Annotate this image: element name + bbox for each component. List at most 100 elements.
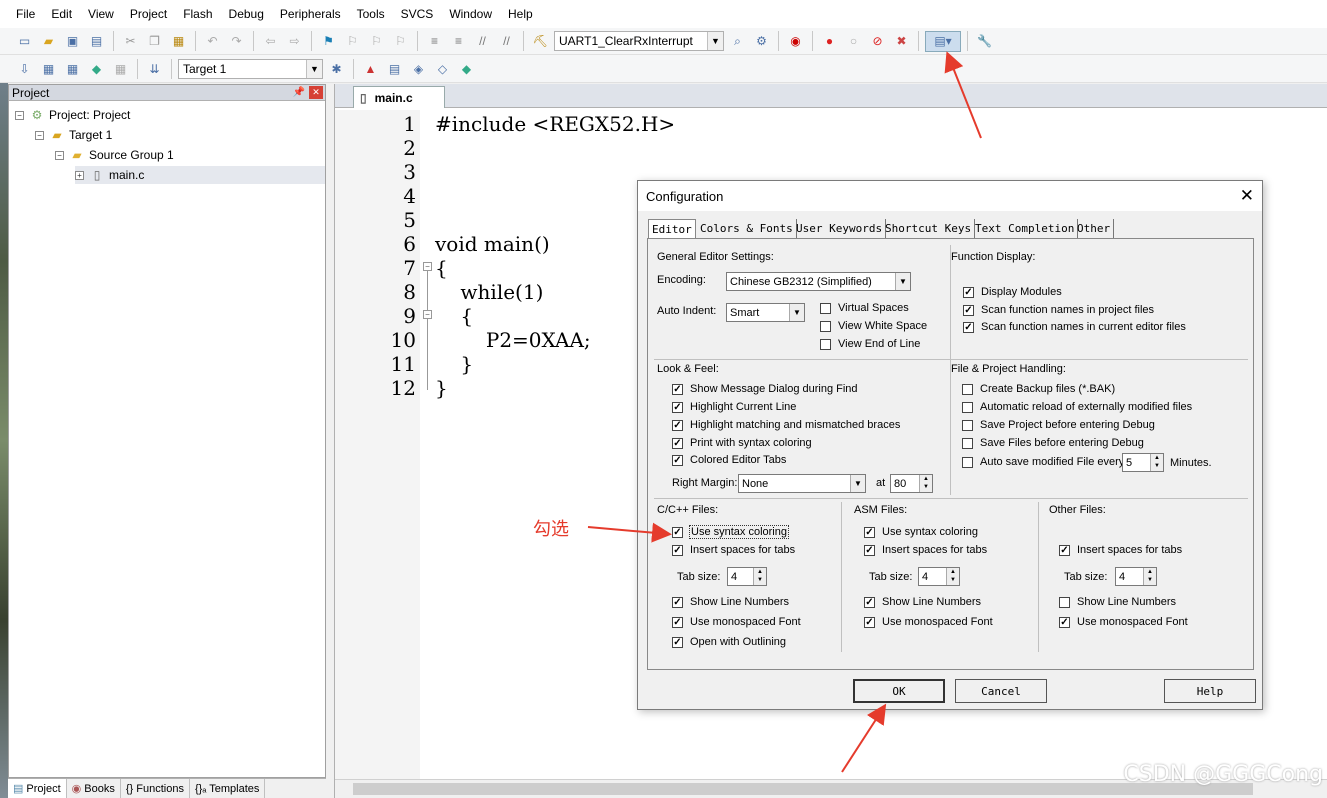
find-icon[interactable]: ⌕ — [727, 31, 748, 52]
save-files-checkbox[interactable]: Save Files before entering Debug — [962, 437, 1144, 449]
menu-edit[interactable]: Edit — [43, 7, 80, 21]
c-outlining-checkbox[interactable]: ✓ Open with Outlining — [672, 636, 786, 648]
menu-tools[interactable]: Tools — [349, 7, 393, 21]
tree-item-main-c[interactable]: + ▯ main.c — [75, 166, 325, 184]
uncomment-icon[interactable]: // — [496, 31, 517, 52]
checkbox-box[interactable]: ✓ — [672, 616, 683, 628]
file-extensions-icon[interactable]: ▤ — [384, 58, 405, 79]
stop-build-icon[interactable]: ▦ — [110, 58, 131, 79]
view-end-of-line-checkbox[interactable]: View End of Line — [820, 338, 920, 350]
code-line[interactable]: } — [435, 376, 448, 400]
ok-button[interactable]: OK — [853, 679, 945, 703]
code-line[interactable]: while(1) — [435, 280, 543, 304]
menu-help[interactable]: Help — [500, 7, 541, 21]
checkbox-box[interactable]: ✓ — [672, 544, 683, 556]
tab-functions[interactable]: {} Functions — [121, 778, 190, 798]
incremental-find-icon[interactable]: ⚙ — [751, 31, 772, 52]
checkbox-box[interactable] — [820, 320, 831, 332]
checkbox-box[interactable] — [962, 419, 973, 431]
bookmark-prev-icon[interactable]: ⚐ — [342, 31, 363, 52]
tab-books[interactable]: ◉ Books — [67, 778, 121, 798]
checkbox-box[interactable]: ✓ — [672, 419, 683, 431]
c-monospaced-checkbox[interactable]: ✓ Use monospaced Font — [672, 616, 801, 628]
redo-icon[interactable]: ↷ — [226, 31, 247, 52]
translate-icon[interactable]: ⇩ — [14, 58, 35, 79]
tab-shortcut-keys[interactable]: Shortcut Keys — [882, 219, 976, 238]
collapse-icon[interactable]: − — [55, 150, 64, 160]
encoding-select[interactable]: Chinese GB2312 (Simplified) ▼ — [726, 272, 911, 291]
checkbox-box[interactable]: ✓ — [864, 526, 875, 538]
save-icon[interactable]: ▣ — [62, 31, 83, 52]
checkbox-box[interactable]: ✓ — [963, 321, 974, 333]
open-file-icon[interactable]: ▰ — [38, 31, 59, 52]
asm-syntax-coloring-checkbox[interactable]: ✓ Use syntax coloring — [864, 526, 978, 538]
c-line-numbers-checkbox[interactable]: ✓ Show Line Numbers — [672, 596, 789, 608]
help-button[interactable]: Help — [1164, 679, 1256, 703]
build-icon[interactable]: ▦ — [38, 58, 59, 79]
checkbox-box[interactable]: ✓ — [1059, 616, 1070, 628]
comment-icon[interactable]: // — [472, 31, 493, 52]
checkbox-box[interactable]: ✓ — [672, 636, 683, 648]
window-layout-icon[interactable]: ▤▾ — [925, 30, 961, 52]
menu-view[interactable]: View — [80, 7, 122, 21]
tab-project[interactable]: ▤ Project — [8, 778, 67, 798]
nav-forward-icon[interactable]: ⇨ — [284, 31, 305, 52]
right-margin-spinner[interactable]: 80 ▲ ▼ — [890, 474, 933, 493]
menu-project[interactable]: Project — [122, 7, 175, 21]
spinner-arrows-icon[interactable]: ▲ ▼ — [1143, 568, 1156, 585]
other-monospaced-checkbox[interactable]: ✓ Use monospaced Font — [1059, 616, 1188, 628]
select-software-packs-icon[interactable]: ◆ — [456, 58, 477, 79]
components-icon[interactable]: ▲ — [360, 58, 381, 79]
download-icon[interactable]: ⇊ — [144, 58, 165, 79]
collapse-icon[interactable]: − — [35, 130, 44, 140]
manage-runtime-icon[interactable]: ◈ — [408, 58, 429, 79]
highlight-line-checkbox[interactable]: ✓ Highlight Current Line — [672, 401, 796, 413]
find-in-files-icon[interactable]: ⛏ — [530, 31, 551, 52]
checkbox-box[interactable] — [820, 302, 831, 314]
bookmark-clear-icon[interactable]: ⚐ — [390, 31, 411, 52]
code-line[interactable]: } — [435, 352, 473, 376]
rebuild-icon[interactable]: ▦ — [62, 58, 83, 79]
c-tab-size-spinner[interactable]: 4 ▲ ▼ — [727, 567, 767, 586]
other-tab-size-spinner[interactable]: 4 ▲ ▼ — [1115, 567, 1157, 586]
batch-build-icon[interactable]: ◆ — [86, 58, 107, 79]
menu-file[interactable]: File — [8, 7, 43, 21]
checkbox-box[interactable] — [962, 456, 973, 468]
checkbox-box[interactable] — [962, 437, 973, 449]
checkbox-box[interactable]: ✓ — [672, 596, 683, 608]
menu-peripherals[interactable]: Peripherals — [272, 7, 349, 21]
checkbox-box[interactable]: ✓ — [672, 454, 683, 466]
bookmark-icon[interactable]: ⚑ — [318, 31, 339, 52]
nav-back-icon[interactable]: ⇦ — [260, 31, 281, 52]
checkbox-box[interactable] — [962, 383, 973, 395]
tree-item-target[interactable]: − ▰ Target 1 — [35, 126, 112, 144]
scan-project-checkbox[interactable]: ✓ Scan function names in project files — [963, 304, 1154, 316]
bookmark-next-icon[interactable]: ⚐ — [366, 31, 387, 52]
breakpoint-enable-icon[interactable]: ○ — [843, 31, 864, 52]
tab-user-keywords[interactable]: User Keywords — [793, 219, 887, 238]
code-line[interactable]: void main() — [435, 232, 550, 256]
tab-main-c[interactable]: ▯ main.c — [353, 86, 445, 108]
tab-colors-fonts[interactable]: Colors & Fonts — [697, 219, 797, 238]
auto-save-checkbox[interactable]: Auto save modified File every — [962, 456, 1124, 468]
save-project-checkbox[interactable]: Save Project before entering Debug — [962, 419, 1155, 431]
breakpoint-insert-icon[interactable]: ● — [819, 31, 840, 52]
breakpoint-kill-all-icon[interactable]: ✖ — [891, 31, 912, 52]
code-line[interactable]: { — [435, 304, 473, 328]
checkbox-box[interactable]: ✓ — [1059, 544, 1070, 556]
fold-collapse-icon[interactable]: − — [423, 310, 432, 319]
right-margin-select[interactable]: None ▼ — [738, 474, 866, 493]
tree-item-project[interactable]: − ⚙ Project: Project — [15, 106, 130, 124]
indent-icon[interactable]: ≡ — [424, 31, 445, 52]
checkbox-box[interactable] — [1059, 596, 1070, 608]
show-message-checkbox[interactable]: ✓ Show Message Dialog during Find — [672, 383, 858, 395]
checkbox-box[interactable]: ✓ — [672, 437, 683, 449]
c-syntax-coloring-checkbox[interactable]: ✓ Use syntax coloring — [672, 525, 789, 539]
close-icon[interactable]: ✕ — [309, 86, 323, 99]
print-syntax-checkbox[interactable]: ✓ Print with syntax coloring — [672, 437, 812, 449]
close-icon[interactable]: ✕ — [1240, 186, 1254, 206]
spinner-arrows-icon[interactable]: ▲ ▼ — [919, 475, 932, 492]
asm-tab-size-spinner[interactable]: 4 ▲ ▼ — [918, 567, 960, 586]
checkbox-box[interactable]: ✓ — [864, 544, 875, 556]
asm-insert-spaces-checkbox[interactable]: ✓ Insert spaces for tabs — [864, 544, 987, 556]
